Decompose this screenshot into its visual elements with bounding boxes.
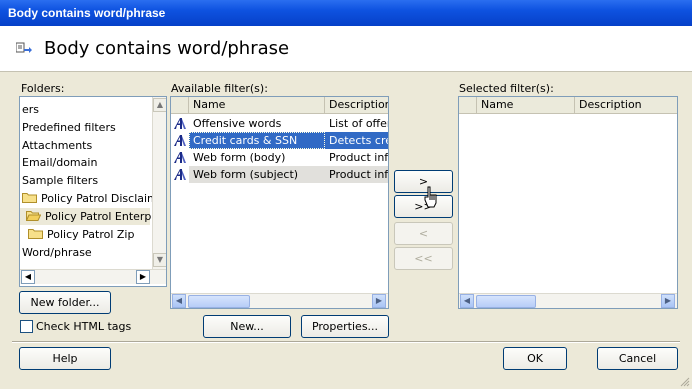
- folder-item-policy-patrol-zip[interactable]: Policy Patrol Zip: [22, 226, 134, 243]
- dialog-window: Body contains word/phrase Body contains …: [0, 0, 692, 389]
- folder-item[interactable]: ers: [22, 101, 39, 118]
- remove-filter-button[interactable]: <: [394, 222, 453, 245]
- resize-grip-icon[interactable]: [678, 375, 690, 387]
- filter-description: Product info: [325, 166, 388, 183]
- dialog-header: Body contains word/phrase: [0, 26, 692, 72]
- scroll-left-icon[interactable]: ◀: [21, 270, 35, 284]
- cancel-button[interactable]: Cancel: [597, 347, 678, 370]
- filter-icon: [174, 118, 186, 129]
- check-html-tags-label[interactable]: Check HTML tags: [36, 320, 131, 333]
- folder-item-word-phrase[interactable]: Word/phrase: [22, 244, 92, 261]
- column-header-name[interactable]: Name: [189, 97, 325, 114]
- scroll-down-icon[interactable]: ▼: [153, 253, 166, 267]
- remove-all-filters-button[interactable]: <<: [394, 247, 453, 270]
- filter-description: Product info: [329, 151, 388, 164]
- icon-column-header: [459, 97, 477, 114]
- selected-filters-list[interactable]: Name Description ◀ ▶: [458, 96, 678, 309]
- help-button[interactable]: Help: [19, 347, 111, 370]
- filter-name: Web form (subject): [189, 166, 325, 183]
- scroll-left-icon[interactable]: ◀: [460, 294, 474, 308]
- check-html-tags-checkbox[interactable]: [20, 320, 33, 333]
- filter-name: Web form (body): [193, 151, 286, 164]
- selected-list-header: Name Description: [459, 97, 677, 114]
- folders-vertical-scrollbar[interactable]: ▲ ▼: [152, 97, 166, 269]
- available-list-header: Name Description: [171, 97, 388, 114]
- available-filters-label: Available filter(s):: [171, 82, 268, 95]
- filter-name: Offensive words: [193, 117, 282, 130]
- ok-button[interactable]: OK: [503, 347, 567, 370]
- footer-divider: [12, 341, 680, 343]
- folder-open-icon: [26, 211, 41, 221]
- column-header-name[interactable]: Name: [477, 97, 575, 114]
- available-horizontal-scrollbar[interactable]: ◀ ▶: [171, 293, 388, 308]
- scroll-left-icon[interactable]: ◀: [172, 294, 186, 308]
- scroll-right-icon[interactable]: ▶: [136, 270, 150, 284]
- filter-description: List of offens: [329, 117, 388, 130]
- folder-icon: [28, 229, 43, 239]
- filter-row[interactable]: Offensive words List of offens: [171, 115, 388, 132]
- folder-item-attachments[interactable]: Attachments: [22, 137, 92, 154]
- filter-row-selected[interactable]: Credit cards & SSN Detects credi: [171, 132, 388, 149]
- scroll-up-icon[interactable]: ▲: [153, 98, 166, 112]
- folder-item-predefined-filters[interactable]: Predefined filters: [22, 119, 116, 136]
- scroll-right-icon[interactable]: ▶: [372, 294, 386, 308]
- available-filters-list[interactable]: Name Description Offensive words List of…: [170, 96, 389, 309]
- folder-item-email-domain[interactable]: Email/domain: [22, 154, 97, 171]
- folder-icon: [22, 193, 37, 203]
- filter-icon: [174, 152, 186, 163]
- scroll-thumb[interactable]: [476, 295, 536, 308]
- properties-button[interactable]: Properties...: [301, 315, 389, 338]
- column-header-description[interactable]: Description: [575, 97, 677, 114]
- scroll-thumb[interactable]: [188, 295, 250, 308]
- dialog-heading: Body contains word/phrase: [44, 38, 290, 59]
- folders-label: Folders:: [21, 82, 65, 95]
- filter-name: Credit cards & SSN: [189, 132, 325, 149]
- filter-description: Detects credi: [325, 132, 388, 149]
- new-filter-button[interactable]: New...: [203, 315, 291, 338]
- window-title-bar[interactable]: Body contains word/phrase: [0, 0, 692, 26]
- column-header-description[interactable]: Description: [325, 97, 388, 114]
- selected-horizontal-scrollbar[interactable]: ◀ ▶: [459, 293, 677, 308]
- rule-condition-icon: [16, 42, 32, 53]
- filter-icon: [174, 169, 186, 180]
- filter-row[interactable]: Web form (body) Product info: [171, 149, 388, 166]
- selected-filters-label: Selected filter(s):: [459, 82, 554, 95]
- folders-horizontal-scrollbar[interactable]: ◀ ▶: [20, 269, 166, 284]
- filter-icon: [174, 135, 186, 146]
- folders-tree[interactable]: ers Predefined filters Attachments Email…: [19, 96, 167, 287]
- new-folder-button[interactable]: New folder...: [19, 291, 111, 314]
- scroll-right-icon[interactable]: ▶: [661, 294, 675, 308]
- icon-column-header: [171, 97, 189, 114]
- folder-item-sample-filters[interactable]: Sample filters: [22, 172, 98, 189]
- folder-item-policy-patrol-disclaimer[interactable]: Policy Patrol Disclaime: [22, 190, 165, 207]
- folder-item-policy-patrol-enterprise[interactable]: Policy Patrol Enterpris: [20, 208, 165, 225]
- window-title: Body contains word/phrase: [8, 6, 166, 20]
- filter-row[interactable]: Web form (subject) Product info: [171, 166, 388, 183]
- mouse-pointer-icon: [424, 186, 437, 208]
